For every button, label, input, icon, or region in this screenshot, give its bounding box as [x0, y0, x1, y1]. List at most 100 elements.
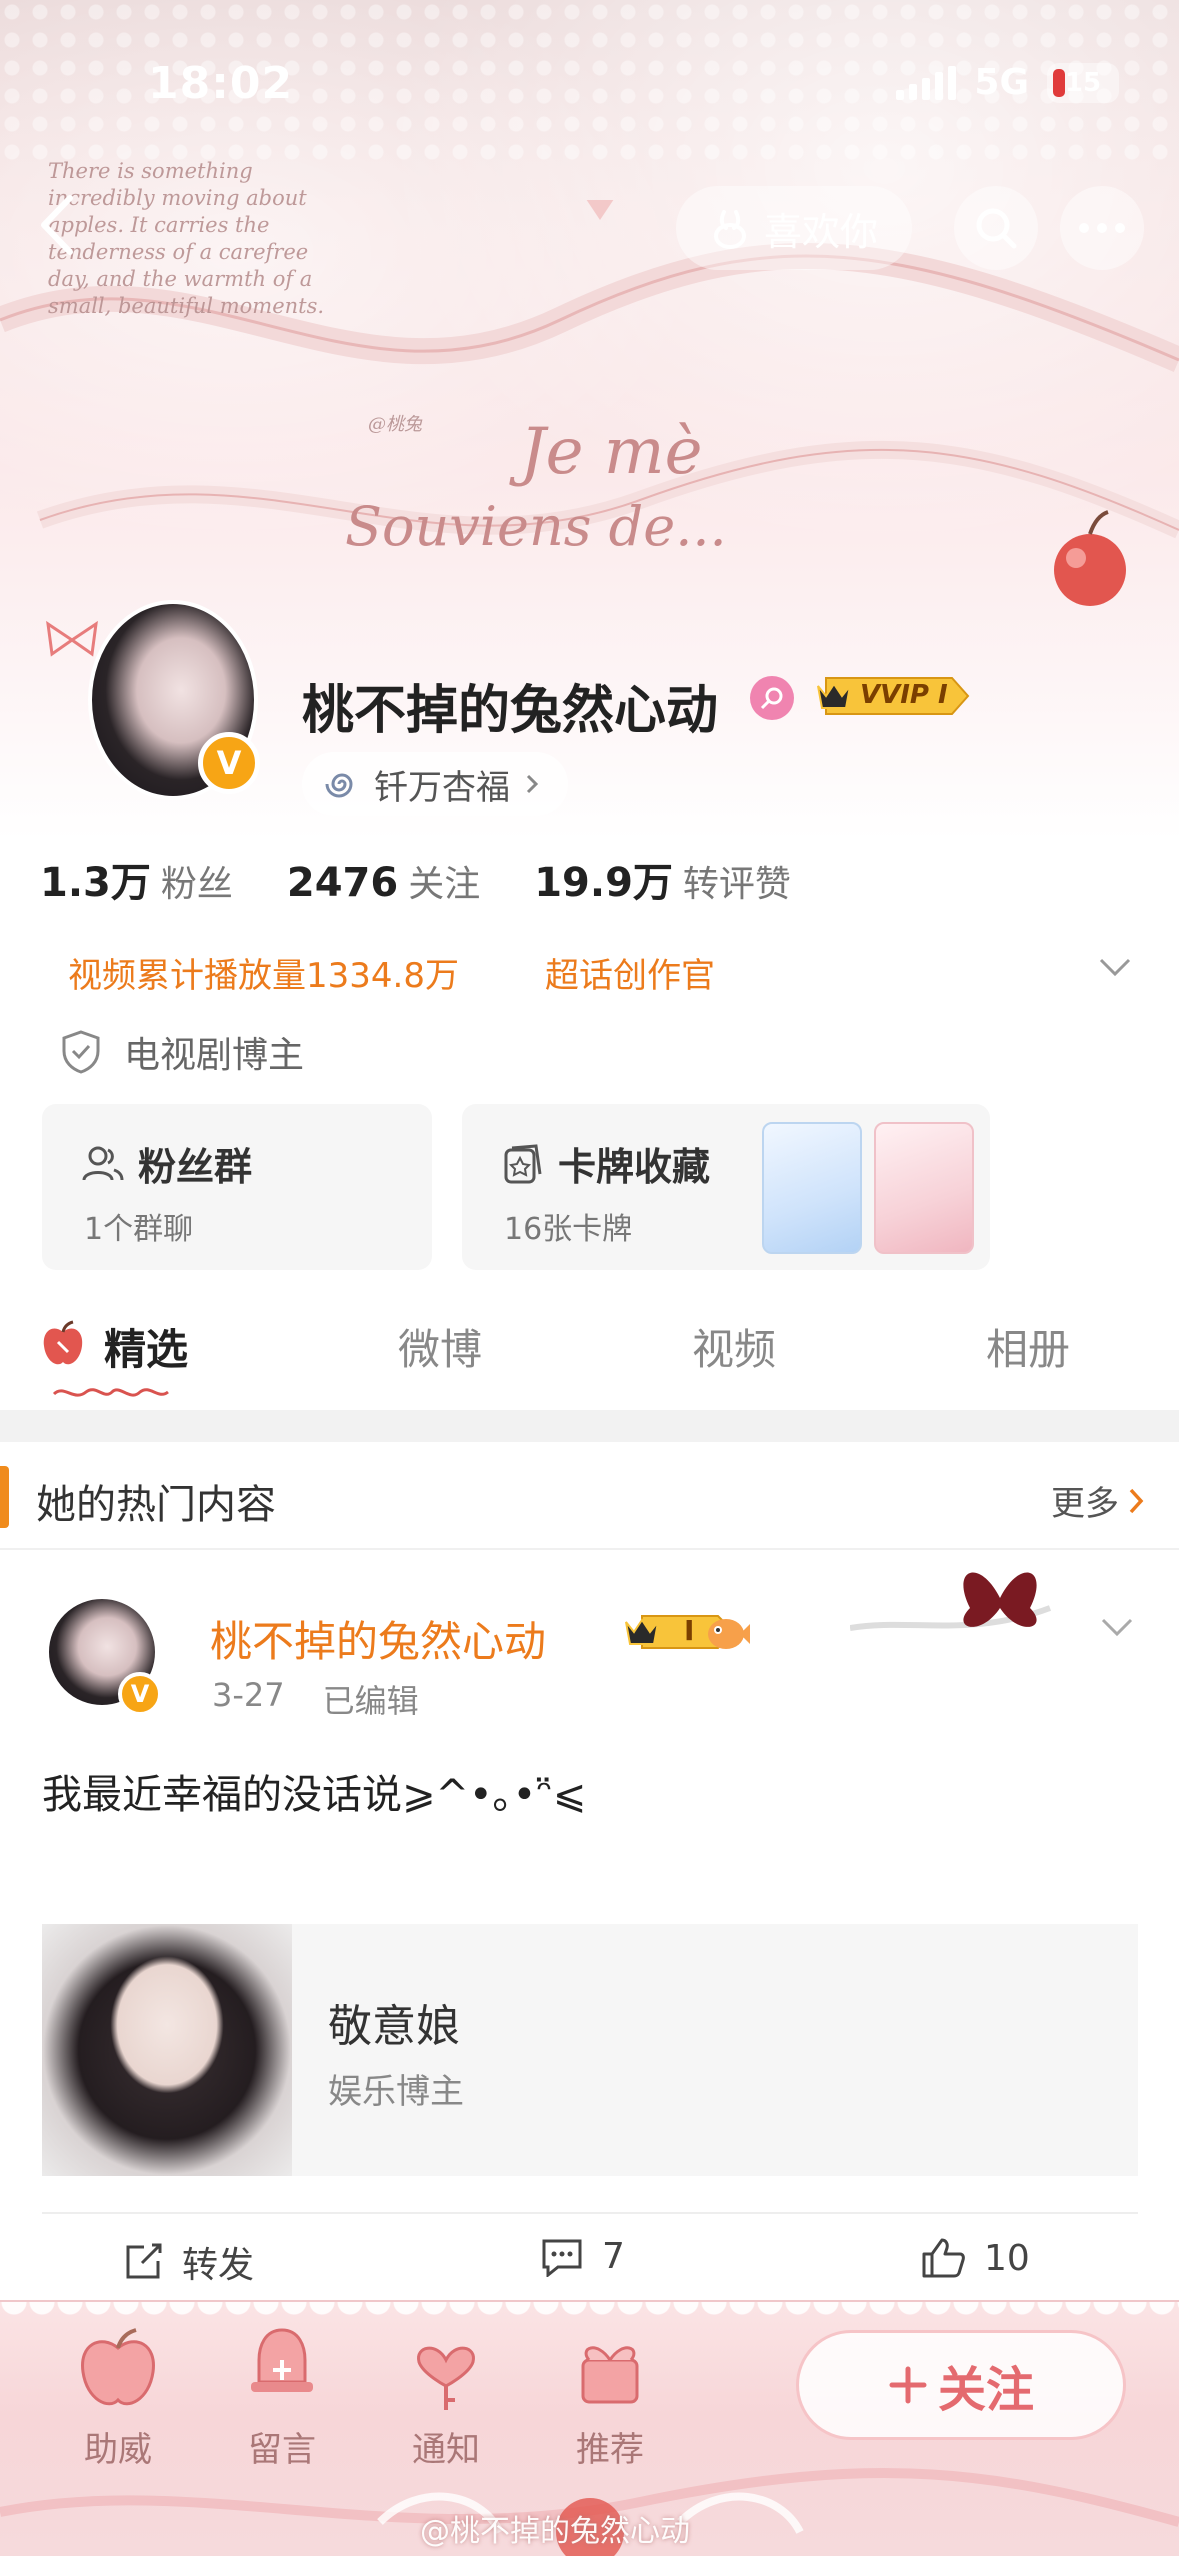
fans-group-card[interactable]: 粉丝群 1个群聊 [42, 1104, 432, 1270]
tab-videos[interactable]: 视频 [692, 1316, 776, 1377]
more-dots-icon [1079, 223, 1125, 233]
group-icon [82, 1146, 124, 1180]
search-icon [976, 208, 1017, 249]
chevron-down-icon[interactable] [1097, 1612, 1137, 1642]
cheer-button[interactable]: 助威 [48, 2320, 188, 2471]
like-you-label: 喜欢你 [763, 209, 878, 254]
signal-icon [896, 65, 957, 100]
card-star-icon [504, 1143, 542, 1183]
stat-following[interactable]: 2476 关注 [287, 855, 480, 907]
more-label: 更多 [1051, 1484, 1119, 1524]
recommend-label: 推荐 [576, 2430, 644, 2470]
spiral-icon [325, 773, 353, 798]
card-thumbnail [762, 1122, 862, 1254]
stat-label: 关注 [408, 864, 481, 905]
bow-box-icon [581, 2346, 639, 2404]
apple-icon [43, 1320, 83, 1365]
section-accent-bar [0, 1466, 9, 1528]
honor-topic-creator[interactable]: 超话创作官 [545, 948, 715, 997]
notify-button[interactable]: 通知 [376, 2320, 516, 2471]
plus-icon [889, 2366, 927, 2404]
shared-user-card[interactable]: 敬意娘 娱乐博主 [42, 1924, 1138, 2176]
stat-number: 2476 [286, 860, 399, 906]
stat-number: 1.3万 [40, 860, 151, 906]
stat-followers[interactable]: 1.3万 粉丝 [40, 850, 233, 908]
follow-label: 关注 [937, 2362, 1034, 2418]
like-button[interactable]: 10 [920, 2236, 1030, 2280]
female-icon [750, 676, 794, 720]
post-actions: 转发 7 10 [0, 2236, 1179, 2296]
chevron-right-icon [1129, 1488, 1144, 1513]
honors-row: 视频累计播放量1334.8万 超话创作官 [68, 948, 715, 997]
chevron-right-icon [526, 774, 539, 794]
profile-avatar-wrap[interactable]: V [42, 600, 270, 800]
tab-weibo[interactable]: 微博 [398, 1316, 482, 1377]
card-collection-title: 卡牌收藏 [558, 1145, 711, 1189]
more-link[interactable]: 更多 [1051, 1476, 1145, 1525]
post-text: 我最近幸福的没话说⩾^•｡•ᵔ̈⩽ [42, 1772, 587, 1818]
like-you-button[interactable]: 喜欢你 [676, 186, 912, 270]
like-count: 10 [984, 2237, 1030, 2279]
key-heart-icon [417, 2346, 475, 2410]
verified-badge: V [198, 732, 260, 794]
message-button[interactable]: 留言 [212, 2320, 352, 2471]
search-button[interactable] [954, 186, 1038, 270]
certification-row[interactable]: 电视剧博主 [60, 1026, 304, 1078]
recommend-button[interactable]: 推荐 [540, 2320, 680, 2471]
verified-badge: V [118, 1672, 162, 1716]
vvip-badge[interactable]: VVIP I [812, 672, 972, 720]
tab-albums[interactable]: 相册 [986, 1316, 1070, 1377]
chevron-down-icon[interactable] [1095, 952, 1135, 982]
more-button[interactable] [1060, 186, 1144, 270]
banner-deco-text: There is something incredibly moving abo… [48, 159, 325, 318]
fish-emoji-icon [708, 1619, 750, 1649]
section-divider [0, 1410, 1179, 1442]
shield-icon [62, 1030, 100, 1074]
hot-content-header: 她的热门内容 更多 [0, 1442, 1179, 1550]
tab-active-indicator [52, 1388, 169, 1397]
fans-group-title: 粉丝群 [138, 1145, 253, 1189]
card-collection-sub: 16张卡牌 [504, 1212, 633, 1247]
stat-interactions[interactable]: 19.9万 转评赞 [534, 850, 791, 908]
card-thumbnail [874, 1122, 974, 1254]
watermark: @桃不掉的兔然心动 [420, 2514, 690, 2549]
post-date: 3-27 [212, 1676, 285, 1714]
battery-icon: 15 [1047, 62, 1119, 103]
repost-button[interactable]: 转发 [122, 2236, 254, 2288]
comment-count: 7 [602, 2236, 625, 2277]
banner-deco-title-1: Je mè [520, 415, 703, 489]
profile-username: 桃不掉的兔然心动 [302, 681, 719, 741]
shared-user-desc: 娱乐博主 [328, 2072, 464, 2112]
thumbs-up-icon [922, 2238, 965, 2278]
crown-level: I [684, 1614, 695, 1647]
back-button[interactable] [30, 190, 90, 260]
post-edited: 已编辑 [322, 1682, 419, 1720]
comment-button[interactable]: 7 [540, 2236, 625, 2277]
banner-deco-tag: @桃兔 [368, 414, 422, 435]
post-author-name[interactable]: 桃不掉的兔然心动 [210, 1608, 546, 1669]
bell-icon [251, 2328, 313, 2392]
tab-featured[interactable]: 精选 [104, 1316, 188, 1377]
group-name: 钎万杏福 [374, 767, 510, 808]
divider [42, 2212, 1138, 2214]
shared-user-photo [42, 1924, 292, 2176]
stat-label: 粉丝 [160, 864, 233, 905]
vvip-label: VVIP I [860, 680, 948, 710]
stat-label: 转评赞 [682, 864, 791, 905]
cheer-label: 助威 [84, 2430, 152, 2470]
network-type: 5G [974, 62, 1029, 103]
honor-video-plays[interactable]: 视频累计播放量1334.8万 [68, 948, 459, 997]
post-author-avatar[interactable]: V [36, 1590, 166, 1720]
notify-label: 通知 [412, 2430, 480, 2470]
card-collection-card[interactable]: 卡牌收藏 16张卡牌 [462, 1104, 990, 1270]
comment-icon [542, 2239, 582, 2277]
battery-level: 15 [1064, 67, 1102, 98]
status-time: 18:02 [148, 58, 294, 109]
apple-icon [81, 2328, 155, 2406]
profile-tabs: 精选 微博 视频 相册 [0, 1296, 1179, 1408]
follow-button[interactable]: 关注 [796, 2330, 1126, 2440]
repost-label: 转发 [182, 2245, 255, 2286]
group-link[interactable]: 钎万杏福 [302, 752, 568, 816]
stat-number: 19.9万 [534, 860, 673, 906]
status-indicators: 5G 15 [896, 62, 1119, 103]
